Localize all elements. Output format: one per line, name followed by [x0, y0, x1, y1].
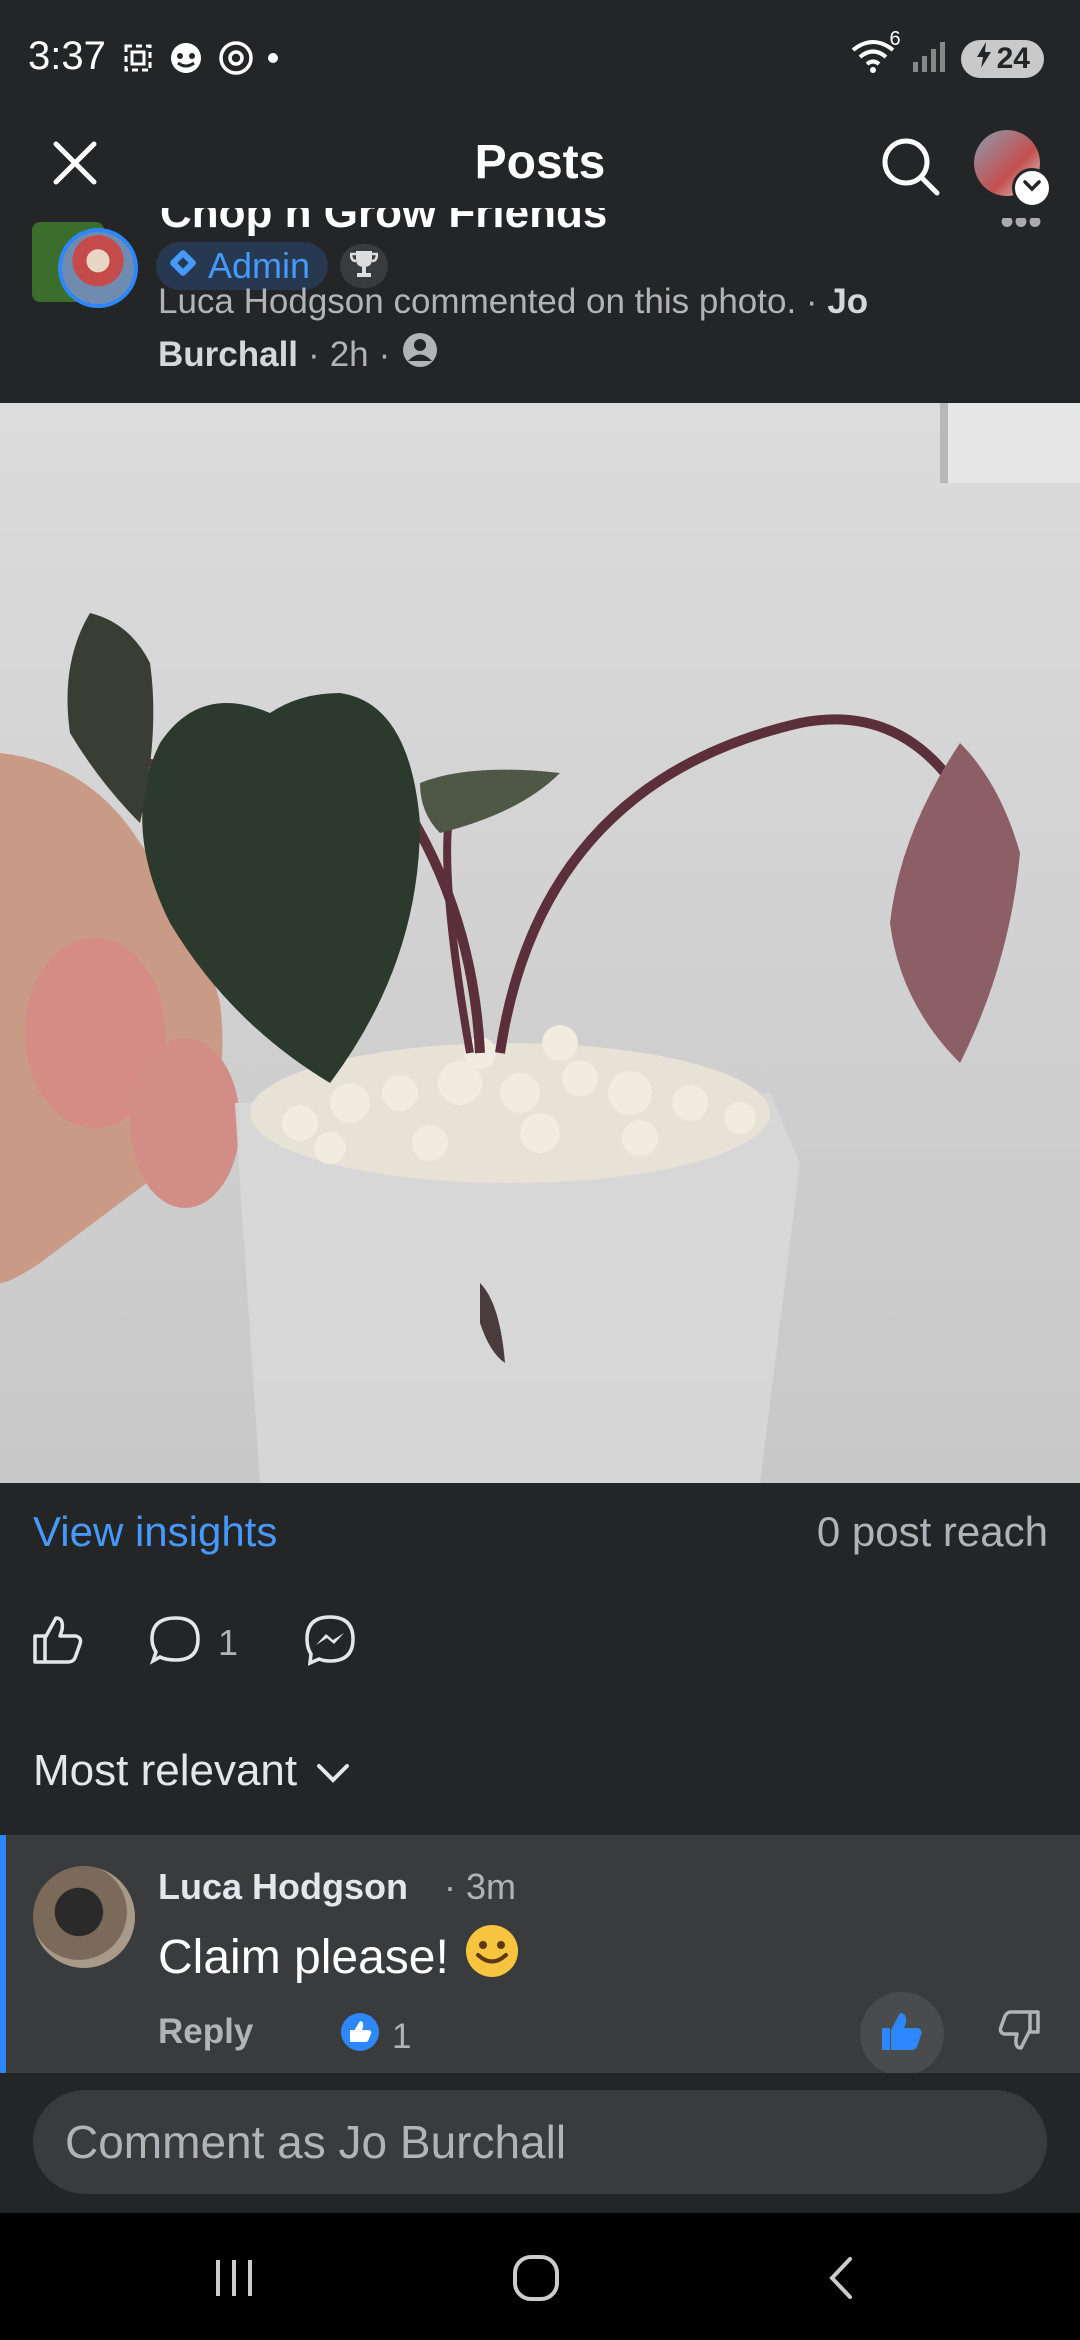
reply-button[interactable]: Reply: [158, 2012, 253, 2052]
upvote-button[interactable]: [860, 1992, 944, 2076]
comment-body: Claim please!: [158, 1930, 449, 1984]
thumbs-up-filled-icon: [878, 2008, 926, 2061]
audience-icon: [400, 330, 440, 379]
poster-avatar[interactable]: [58, 228, 138, 308]
commenter-avatar[interactable]: [33, 1866, 135, 1968]
recent-apps-icon: [212, 2258, 256, 2303]
post-meta: Luca Hodgson commented on this photo. · …: [158, 282, 868, 322]
post-time[interactable]: 2h: [330, 335, 369, 375]
battery-indicator: 24: [960, 39, 1044, 78]
comment-time: · 3m: [444, 1866, 516, 1907]
comment-count: 1: [218, 1621, 239, 1663]
meta-separator: ·: [308, 334, 320, 374]
assistant-icon: [166, 38, 206, 83]
comment-text: Claim please!: [158, 1922, 521, 1992]
comment-input[interactable]: [33, 2090, 1047, 2194]
diamond-icon: [168, 245, 198, 287]
author-last-name[interactable]: Burchall: [158, 335, 298, 375]
profile-menu-button[interactable]: [1012, 168, 1052, 208]
back-icon: [822, 2253, 858, 2308]
chevron-down-icon: [1022, 179, 1042, 198]
network-badge: 6: [889, 28, 901, 50]
plant-photo-illustration: [0, 403, 1080, 1483]
signal-icon: [911, 38, 947, 79]
search-icon: [879, 135, 941, 202]
notification-dot-icon: [266, 51, 280, 70]
wifi-icon: 6: [849, 28, 901, 81]
home-icon: [511, 2253, 561, 2308]
meta-separator: ·: [378, 334, 391, 374]
comment-highlight-bar: [0, 1835, 6, 2073]
thumbs-up-icon: [30, 1616, 86, 1672]
search-button[interactable]: [870, 128, 950, 208]
post-meta-continued: Burchall · 2h ·: [158, 330, 440, 379]
reaction-count: 1: [392, 2016, 412, 2056]
post-photo[interactable]: [0, 403, 1080, 1483]
status-system-icons: 6 24: [849, 28, 1044, 81]
author-first-name[interactable]: Jo: [827, 282, 868, 321]
status-notification-icons: [120, 38, 280, 83]
charging-icon: [975, 41, 993, 76]
smiley-emoji-icon: [463, 1922, 521, 1992]
messenger-icon: [302, 1615, 358, 1672]
home-button[interactable]: [496, 2240, 576, 2320]
view-insights-link[interactable]: View insights: [33, 1508, 277, 1556]
screenshot-icon: [120, 40, 156, 81]
battery-level: 24: [996, 41, 1030, 75]
send-in-messenger-button[interactable]: [302, 1612, 362, 1672]
sort-label: Most relevant: [33, 1746, 298, 1795]
chevron-down-icon: [315, 1746, 351, 1796]
activity-text: Luca Hodgson commented on this photo.: [158, 282, 797, 321]
meta-separator: ·: [805, 282, 818, 321]
recent-apps-button[interactable]: [194, 2240, 274, 2320]
like-reaction-icon: [340, 2012, 380, 2061]
thumbs-down-icon: [996, 2008, 1042, 2059]
group-name[interactable]: Chop n Grow Friends: [160, 208, 607, 236]
like-button[interactable]: [30, 1612, 90, 1672]
comment-sort-dropdown[interactable]: Most relevant: [33, 1746, 351, 1796]
comment-button[interactable]: 1: [148, 1612, 238, 1673]
comment-bubble-icon: [148, 1612, 204, 1673]
threads-icon: [216, 38, 256, 83]
commenter-name[interactable]: Luca Hodgson: [158, 1866, 408, 1908]
trophy-icon: [349, 249, 379, 284]
back-button[interactable]: [800, 2240, 880, 2320]
status-time: 3:37: [28, 34, 106, 78]
admin-badge-label: Admin: [208, 245, 311, 286]
post-reach: 0 post reach: [816, 1508, 1048, 1555]
downvote-button[interactable]: [984, 1998, 1054, 2068]
comment-reactions[interactable]: 1: [340, 2012, 411, 2061]
